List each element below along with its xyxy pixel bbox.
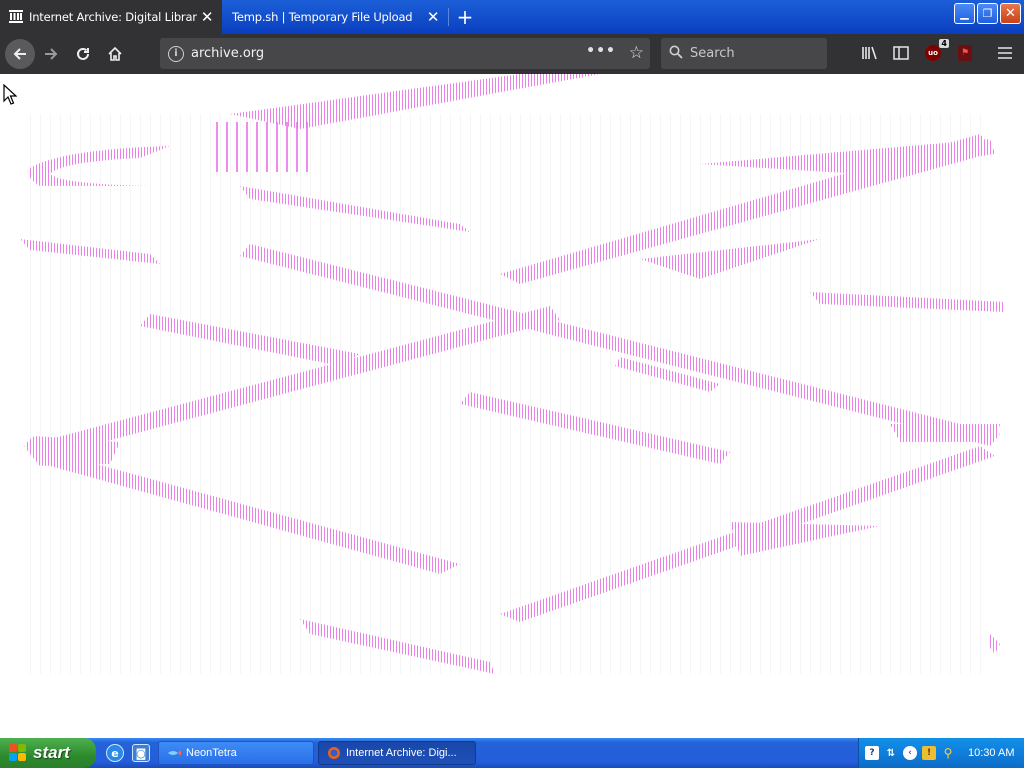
menu-button[interactable] bbox=[994, 42, 1016, 64]
taskbar-button-internet-archive[interactable]: Internet Archive: Digi... bbox=[318, 741, 476, 765]
search-magnifier-icon[interactable]: ⚲ bbox=[941, 746, 955, 760]
reload-icon bbox=[77, 47, 89, 60]
volume-arrows-icon[interactable]: ⇅ bbox=[884, 746, 898, 760]
help-icon[interactable]: ? bbox=[865, 746, 879, 760]
tab-title: Internet Archive: Digital Library of bbox=[29, 10, 197, 24]
ublock-icon: uo 4 bbox=[925, 39, 949, 61]
taskbar-button-label: NeonTetra bbox=[186, 747, 237, 759]
windows-flag-icon bbox=[9, 744, 27, 762]
search-placeholder: Search bbox=[690, 46, 735, 61]
ublock-count-badge: 4 bbox=[939, 39, 949, 48]
reload-button[interactable] bbox=[67, 38, 99, 70]
show-desktop-icon[interactable]: ◙ bbox=[132, 744, 150, 762]
quick-launch: e ◙ bbox=[106, 744, 154, 762]
start-label: start bbox=[33, 743, 70, 762]
window-controls: ▁ ❐ ✕ bbox=[954, 3, 1021, 24]
web-content[interactable] bbox=[0, 74, 1024, 738]
home-button[interactable] bbox=[99, 38, 131, 70]
arrow-right-icon bbox=[45, 48, 58, 60]
close-icon: ✕ bbox=[1005, 6, 1016, 21]
tab-title: Temp.sh | Temporary File Upload bbox=[232, 10, 412, 24]
ublock-button[interactable]: uo 4 bbox=[922, 39, 949, 64]
taskbar-button-label: Internet Archive: Digi... bbox=[346, 747, 457, 759]
restore-icon: ❐ bbox=[982, 7, 993, 20]
page-actions-icon[interactable]: ••• bbox=[586, 43, 616, 59]
forward-button[interactable] bbox=[35, 38, 67, 70]
url-bar[interactable]: i archive.org ••• ☆ bbox=[160, 38, 650, 69]
search-bar[interactable]: Search bbox=[661, 38, 827, 69]
back-button[interactable] bbox=[5, 39, 35, 69]
close-window-button[interactable]: ✕ bbox=[1000, 3, 1021, 24]
security-shield-icon[interactable]: ! bbox=[922, 746, 936, 760]
taskbar-button-neontetra[interactable]: NeonTetra bbox=[158, 741, 314, 765]
extension-button[interactable]: ⚑ bbox=[954, 42, 976, 64]
sidebar-icon bbox=[893, 46, 909, 60]
rendering-artifact bbox=[20, 74, 1005, 674]
tab-strip: Internet Archive: Digital Library of ✕ T… bbox=[0, 0, 1024, 34]
mouse-cursor-icon bbox=[3, 83, 18, 110]
extension-icon: ⚑ bbox=[958, 45, 972, 61]
internet-explorer-icon[interactable]: e bbox=[106, 744, 124, 762]
site-info-icon[interactable]: i bbox=[168, 45, 184, 62]
library-icon bbox=[862, 46, 877, 60]
taskbar: start e ◙ NeonTetra Internet Archive: Di… bbox=[0, 738, 1024, 768]
collapse-tray-icon[interactable]: ‹ bbox=[903, 746, 917, 760]
sidebar-button[interactable] bbox=[890, 42, 912, 64]
home-icon bbox=[108, 46, 122, 61]
new-tab-button[interactable]: + bbox=[449, 0, 481, 34]
restore-button[interactable]: ❐ bbox=[977, 3, 998, 24]
hamburger-menu-icon bbox=[998, 47, 1012, 59]
arrow-left-icon bbox=[13, 48, 26, 60]
firefox-icon bbox=[327, 747, 341, 759]
ublock-label: uo bbox=[928, 49, 938, 57]
fish-icon bbox=[167, 747, 181, 759]
clock: 10:30 AM bbox=[968, 747, 1015, 759]
archive-building-icon bbox=[9, 9, 23, 26]
start-button[interactable]: start bbox=[0, 738, 96, 768]
bookmark-star-icon[interactable]: ☆ bbox=[629, 43, 644, 63]
plus-icon: + bbox=[456, 5, 474, 29]
minimize-button[interactable]: ▁ bbox=[954, 3, 975, 24]
tab-internet-archive[interactable]: Internet Archive: Digital Library of ✕ bbox=[0, 0, 222, 34]
close-tab-icon[interactable]: ✕ bbox=[426, 10, 440, 25]
close-tab-icon[interactable]: ✕ bbox=[200, 10, 214, 25]
library-button[interactable] bbox=[859, 42, 881, 64]
search-icon bbox=[669, 45, 683, 63]
tab-temp-sh[interactable]: Temp.sh | Temporary File Upload ✕ bbox=[222, 0, 448, 34]
minimize-icon: ▁ bbox=[960, 7, 969, 20]
url-text[interactable]: archive.org bbox=[191, 46, 264, 61]
navigation-toolbar: i archive.org ••• ☆ Search uo 4 ⚑ bbox=[0, 34, 1024, 74]
system-tray: ? ⇅ ‹ ! ⚲ 10:30 AM bbox=[858, 738, 1024, 768]
